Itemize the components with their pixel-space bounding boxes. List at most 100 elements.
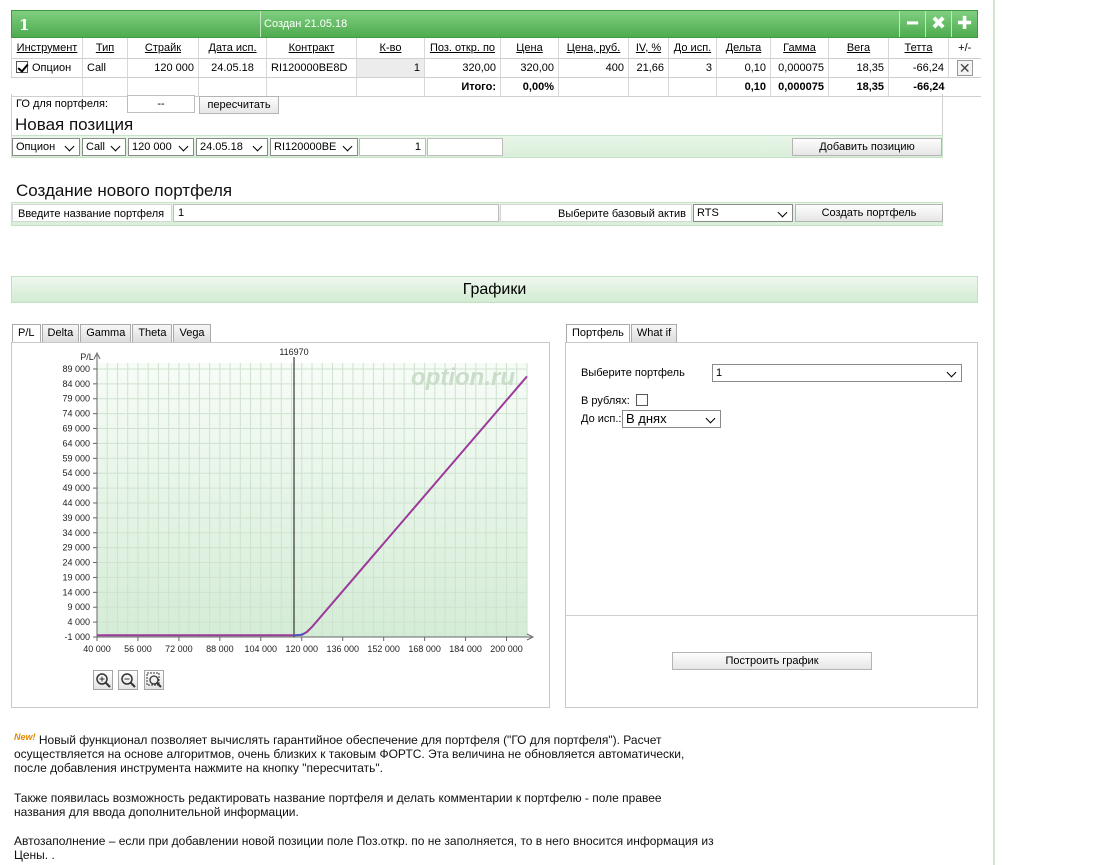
portfolio-tabs: Портфель What if — [566, 324, 678, 343]
qty-input[interactable]: 1 — [359, 138, 426, 156]
col-header-price-rub[interactable]: Цена, руб. — [558, 38, 629, 59]
y-tick-label: 79 000 — [62, 394, 90, 404]
cell-qty[interactable]: 1 — [356, 58, 425, 78]
build-chart-button[interactable]: Построить график — [672, 652, 872, 670]
col-header-days[interactable]: До исп. — [668, 38, 717, 59]
col-header-vega[interactable]: Вега — [828, 38, 889, 59]
chevron-down-icon — [253, 140, 264, 154]
x-tick-label: 72 000 — [165, 644, 193, 654]
col-header-instrument[interactable]: Инструмент — [11, 38, 83, 59]
type-select[interactable]: Call — [82, 138, 126, 156]
base-asset-select-value: RTS — [697, 207, 719, 219]
cell-instrument: Опцион — [11, 58, 83, 78]
remove-position-icon[interactable]: ✕ — [956, 59, 973, 76]
x-tick-label: 120 000 — [285, 644, 318, 654]
col-header-type[interactable]: Тип — [82, 38, 128, 59]
col-header-price[interactable]: Цена — [500, 38, 559, 59]
y-tick-label: 4 000 — [67, 617, 90, 627]
tab-vega[interactable]: Vega — [173, 324, 211, 343]
info-text-1: Новый функционал позволяет вычислять гар… — [14, 733, 685, 775]
rubles-checkbox[interactable] — [636, 394, 648, 406]
base-asset-select[interactable]: RTS — [693, 204, 793, 222]
pl-chart: -1 000 4 000 9 000 14 000 19 000 24 000 29 000… — [62, 347, 535, 654]
y-tick-label: 49 000 — [62, 483, 90, 493]
cell-days: 3 — [668, 58, 717, 78]
col-header-exp-date[interactable]: Дата исп. — [198, 38, 267, 59]
col-header-contract[interactable]: Контракт — [266, 38, 357, 59]
tab-gamma[interactable]: Gamma — [80, 324, 132, 343]
rubles-label: В рублях: — [581, 395, 630, 407]
expiry-select-value: В днях — [626, 411, 667, 426]
portfolio-created-date: Создан 21.05.18 — [260, 11, 347, 37]
y-tick-label: 89 000 — [62, 364, 90, 374]
x-tick-label: 104 000 — [245, 644, 278, 654]
go-value-field: -- — [127, 95, 195, 113]
position-checkbox[interactable] — [16, 61, 28, 73]
col-header-theta[interactable]: Тетта — [888, 38, 949, 59]
tab-pl[interactable]: P/L — [12, 324, 41, 343]
tab-theta[interactable]: Theta — [132, 324, 173, 343]
add-icon[interactable]: ✚ — [951, 11, 977, 37]
y-tick-label: 44 000 — [62, 498, 90, 508]
y-tick-label: 9 000 — [67, 602, 90, 612]
portfolio-header-actions: ━ ✖ ✚ — [899, 11, 977, 37]
zoom-reset-icon[interactable] — [144, 670, 164, 690]
expiry-select[interactable]: В днях — [622, 410, 721, 428]
chevron-down-icon — [778, 206, 789, 220]
settings-divider — [566, 615, 977, 616]
x-tick-label: 88 000 — [206, 644, 234, 654]
info-paragraph-3: Автозаполнение – если при добавлении нов… — [14, 834, 714, 862]
positions-table: Инструмент Тип Страйк Дата исп. Контракт… — [11, 38, 981, 97]
date-select-value: 24.05.18 — [200, 141, 243, 153]
cell-contract: RI120000BE8D — [266, 58, 357, 78]
col-header-delta[interactable]: Дельта — [716, 38, 771, 59]
info-paragraph-1: New! Новый функционал позволяет вычислят… — [14, 730, 704, 775]
chevron-down-icon — [65, 140, 76, 154]
date-select[interactable]: 24.05.18 — [196, 138, 268, 156]
y-tick-label: -1 000 — [64, 632, 90, 642]
cell-exp-date: 24.05.18 — [198, 58, 267, 78]
zoom-in-icon[interactable] — [93, 670, 113, 690]
tab-what-if[interactable]: What if — [630, 324, 678, 343]
portfolio-select[interactable]: 1 — [712, 364, 962, 382]
add-position-button[interactable]: Добавить позицию — [792, 138, 942, 156]
col-header-iv[interactable]: IV, % — [628, 38, 669, 59]
price-input[interactable] — [427, 138, 503, 156]
recalculate-button[interactable]: пересчитать — [199, 96, 279, 114]
zoom-in-glyph — [96, 673, 111, 688]
strike-select[interactable]: 120 000 — [128, 138, 194, 156]
create-portfolio-button[interactable]: Создать портфель — [795, 204, 943, 222]
y-tick-label: 24 000 — [62, 558, 90, 568]
instrument-select[interactable]: Опцион — [12, 138, 80, 156]
portfolio-name-input[interactable]: 1 — [173, 204, 499, 222]
cell-gamma: 0,000075 — [770, 58, 829, 78]
x-tick-label: 136 000 — [326, 644, 359, 654]
zoom-out-glyph — [121, 673, 136, 688]
page-right-border — [993, 0, 995, 865]
col-header-qty[interactable]: К-во — [356, 38, 425, 59]
chevron-down-icon — [343, 140, 354, 154]
y-tick-label: 69 000 — [62, 424, 90, 434]
zoom-reset-glyph — [146, 672, 162, 688]
chevron-down-icon — [111, 140, 122, 154]
contract-select[interactable]: RI120000BE — [270, 138, 358, 156]
strike-select-value: 120 000 — [132, 141, 172, 153]
cell-type: Call — [82, 58, 128, 78]
col-header-open-price[interactable]: Поз. откр. по — [424, 38, 501, 59]
x-tick-label: 184 000 — [449, 644, 482, 654]
portfolio-name-label: Введите название портфеля — [12, 204, 172, 222]
tab-delta[interactable]: Delta — [41, 324, 80, 343]
col-header-gamma[interactable]: Гамма — [770, 38, 829, 59]
cell-open-price[interactable]: 320,00 — [424, 58, 501, 78]
close-icon[interactable]: ✖ — [925, 11, 951, 37]
zoom-out-icon[interactable] — [118, 670, 138, 690]
minimize-icon[interactable]: ━ — [899, 11, 925, 37]
price-marker-label: 116970 — [279, 347, 308, 357]
col-header-strike[interactable]: Страйк — [127, 38, 199, 59]
cell-price-rub: 400 — [558, 58, 629, 78]
y-tick-label: 54 000 — [62, 468, 90, 478]
y-tick-label: 64 000 — [62, 438, 90, 448]
chevron-down-icon — [947, 366, 958, 380]
tab-portfolio[interactable]: Портфель — [566, 324, 630, 343]
x-tick-label: 40 000 — [83, 644, 111, 654]
